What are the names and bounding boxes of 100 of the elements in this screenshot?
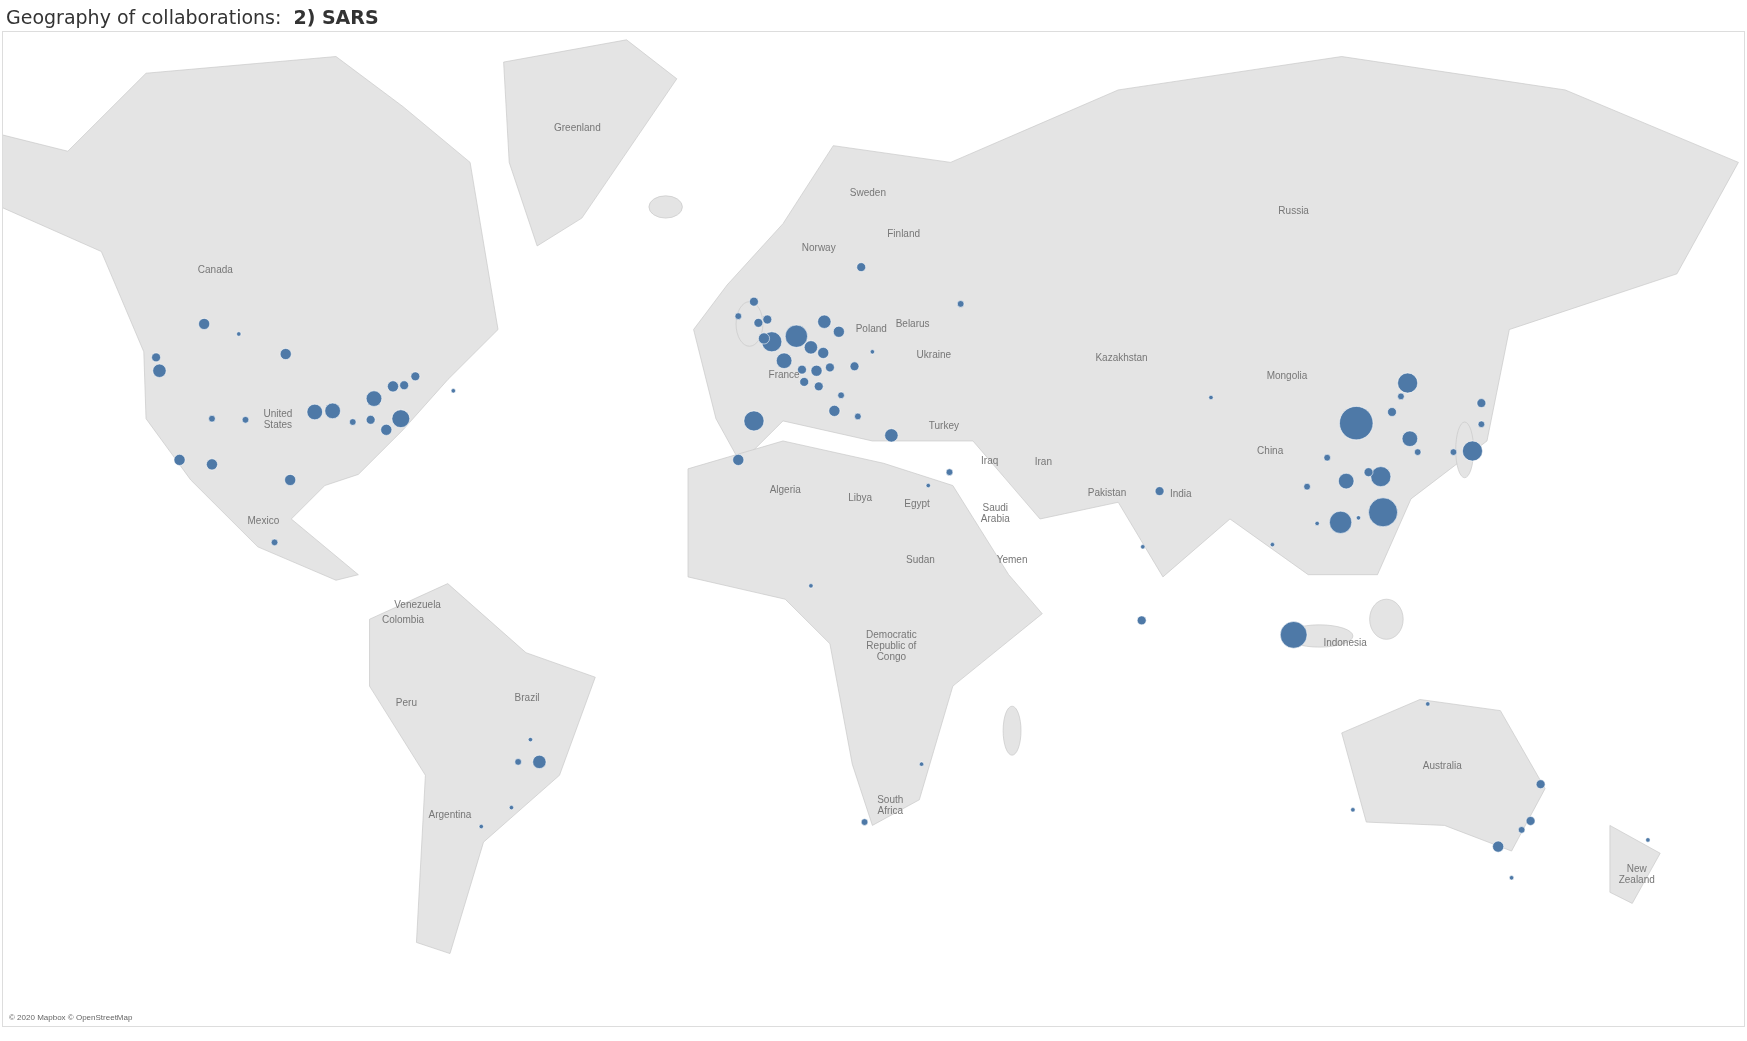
- location-marker: [324, 402, 341, 419]
- country-label: Iraq: [981, 454, 999, 466]
- location-marker: [833, 325, 845, 338]
- country-label: Yemen: [996, 553, 1028, 565]
- location-marker: [1136, 615, 1147, 626]
- location-marker: [1279, 621, 1308, 649]
- country-label: Ukraine: [916, 348, 952, 360]
- country-label: Finland: [887, 227, 921, 239]
- location-marker: [799, 377, 809, 387]
- country-label: Greenland: [554, 121, 601, 133]
- country-label: Brazil: [514, 691, 540, 703]
- location-marker: [1208, 395, 1214, 400]
- location-marker: [478, 824, 484, 830]
- location-marker: [945, 468, 954, 476]
- location-marker: [732, 454, 745, 466]
- location-marker: [1350, 807, 1356, 813]
- location-marker: [1477, 420, 1486, 428]
- location-marker: [1509, 875, 1515, 881]
- location-marker: [1535, 779, 1546, 789]
- location-marker: [884, 428, 899, 443]
- location-marker: [1314, 520, 1320, 526]
- location-marker: [306, 403, 323, 421]
- location-marker: [410, 371, 421, 382]
- location-marker: [1339, 406, 1374, 441]
- country-label: United States: [263, 407, 293, 430]
- country-label: Saudi Arabia: [980, 502, 1010, 525]
- country-label: Poland: [855, 322, 887, 334]
- location-marker: [817, 347, 830, 359]
- country-label: Belarus: [895, 317, 930, 329]
- location-marker: [825, 362, 835, 373]
- location-marker: [1645, 837, 1651, 843]
- country-label: Mexico: [247, 514, 280, 526]
- map-attribution: © 2020 Mapbox © OpenStreetMap: [9, 1013, 133, 1022]
- country-label: Australia: [1422, 759, 1462, 771]
- location-marker: [919, 761, 925, 767]
- island-shape: [1002, 705, 1022, 756]
- location-marker: [198, 318, 210, 330]
- country-label: Argentina: [428, 808, 472, 820]
- location-marker: [270, 538, 279, 546]
- country-label: Canada: [197, 263, 233, 275]
- location-marker: [173, 454, 186, 466]
- country-label: New Zealand: [1618, 863, 1655, 886]
- location-marker: [514, 758, 522, 766]
- location-marker: [957, 300, 965, 308]
- country-label: Egypt: [904, 497, 930, 509]
- dashboard-subtitle: 2) SARS: [293, 6, 379, 28]
- location-marker: [797, 364, 807, 375]
- country-label: Indonesia: [1323, 636, 1367, 648]
- location-marker: [808, 583, 814, 589]
- country-label: Sweden: [849, 186, 886, 198]
- location-marker: [284, 474, 297, 486]
- location-marker: [206, 458, 218, 471]
- location-marker: [208, 415, 216, 423]
- location-marker: [450, 388, 456, 394]
- country-label: Turkey: [928, 419, 959, 431]
- location-marker: [753, 318, 764, 328]
- dashboard-title: Geography of collaborations:: [6, 6, 282, 28]
- country-label: Iran: [1034, 455, 1052, 467]
- location-marker: [860, 818, 869, 826]
- location-marker: [1425, 701, 1431, 707]
- location-marker: [1140, 544, 1146, 550]
- country-label: China: [1257, 444, 1284, 456]
- location-marker: [1329, 510, 1353, 534]
- location-marker: [508, 805, 514, 811]
- country-label: Norway: [801, 241, 836, 253]
- location-marker: [1303, 483, 1311, 491]
- island-shape: [1369, 598, 1404, 640]
- location-marker: [365, 390, 383, 407]
- country-label: Russia: [1278, 204, 1309, 216]
- location-marker: [532, 754, 547, 769]
- location-marker: [241, 416, 250, 424]
- country-label: Peru: [395, 696, 417, 708]
- location-marker: [925, 483, 931, 489]
- island-shape: [648, 195, 683, 219]
- country-label: India: [1169, 487, 1192, 499]
- location-marker: [279, 348, 292, 360]
- location-marker: [1269, 542, 1275, 548]
- location-marker: [749, 296, 759, 307]
- location-marker: [1355, 515, 1361, 521]
- location-marker: [1387, 407, 1397, 417]
- location-marker: [849, 361, 860, 372]
- location-marker: [527, 737, 533, 743]
- location-marker: [814, 381, 824, 392]
- location-marker: [1525, 816, 1536, 826]
- country-label: Democratic Republic of Congo: [866, 628, 917, 662]
- location-marker: [743, 410, 765, 432]
- location-marker: [854, 412, 862, 421]
- country-label: Sudan: [905, 553, 935, 565]
- location-marker: [817, 314, 832, 329]
- country-label: Colombia: [381, 613, 425, 625]
- location-marker: [828, 405, 841, 417]
- location-marker: [1323, 454, 1331, 462]
- location-marker: [1449, 448, 1458, 456]
- location-marker: [1338, 473, 1355, 490]
- country-label: France: [768, 368, 800, 380]
- location-marker: [776, 352, 793, 369]
- location-marker: [365, 415, 376, 425]
- location-marker: [734, 312, 742, 320]
- country-label: Venezuela: [394, 598, 441, 610]
- location-marker: [762, 314, 773, 325]
